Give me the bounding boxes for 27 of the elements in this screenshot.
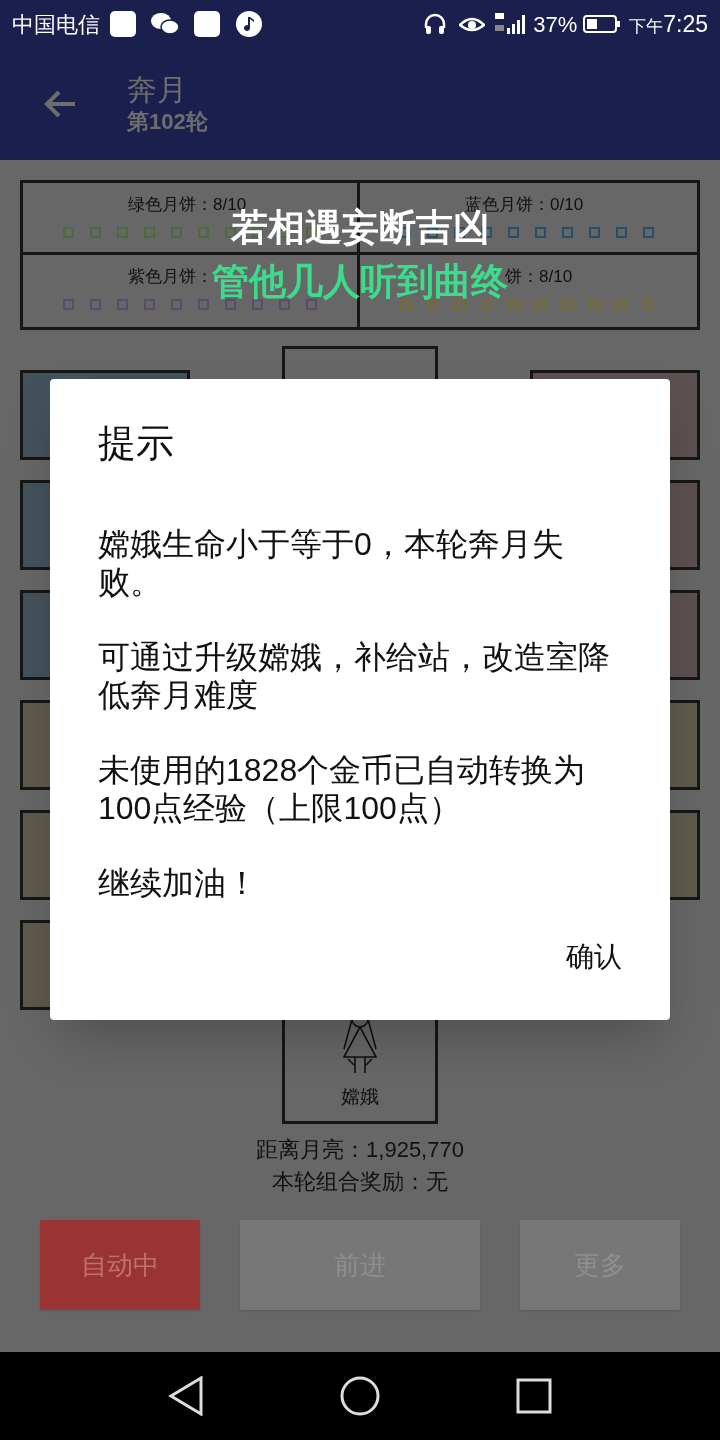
dialog-message: 可通过升级嫦娥，补给站，改造室降低奔月难度 (98, 638, 610, 714)
time-period: 下午 (629, 16, 664, 38)
clock: 7:25 (663, 9, 708, 39)
headphones-icon (423, 12, 448, 36)
battery-icon (583, 14, 622, 34)
screen-title: 奔月 (127, 72, 188, 108)
carrier-name: 中国电信 (12, 10, 100, 39)
home-icon[interactable] (340, 1376, 380, 1416)
notification-icon (110, 11, 136, 37)
chat-bubbles-icon (150, 11, 180, 37)
combo-text: 本轮组合奖励：无 (272, 1168, 448, 1196)
music-note-icon (236, 11, 262, 37)
screen-subtitle: 第102轮 (127, 108, 208, 136)
action-button[interactable]: 自动中 (40, 1220, 200, 1310)
distance-text: 距离月亮：1,925,770 (256, 1136, 464, 1164)
dialog-message: 继续加油！ (98, 864, 259, 902)
player-name: 嫦娥 (341, 1084, 379, 1109)
back-icon[interactable] (168, 1376, 204, 1416)
recents-icon[interactable] (516, 1378, 552, 1414)
dialog-message: 嫦娥生命小于等于0，本轮奔月失败。 (98, 525, 565, 601)
dialog-message: 未使用的1828个金币已自动转换为100点经验（上限100点） (98, 751, 587, 827)
confirm-button[interactable]: 确认 (554, 932, 634, 982)
notification-icon (194, 11, 220, 37)
back-arrow-icon[interactable] (43, 89, 77, 119)
dialog-title: 提示 (98, 421, 175, 466)
mooncake-count: 紫色月饼： (128, 267, 213, 286)
battery-percent: 37% (533, 10, 578, 39)
